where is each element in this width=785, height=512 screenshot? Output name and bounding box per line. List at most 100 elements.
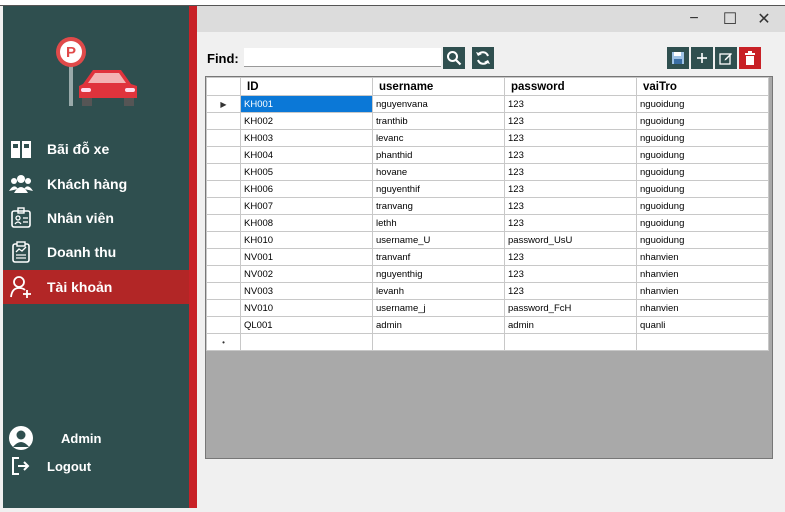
row-header[interactable]: [206, 316, 241, 334]
nav-item-employees[interactable]: Nhân viên: [3, 201, 189, 235]
row-header[interactable]: [206, 197, 241, 215]
cell-password[interactable]: 123: [504, 248, 637, 266]
cell-password[interactable]: 123: [504, 95, 637, 113]
cell-id[interactable]: KH007: [240, 197, 373, 215]
cell-password[interactable]: 123: [504, 180, 637, 198]
cell-role[interactable]: quanli: [636, 316, 769, 334]
cell-role[interactable]: nhanvien: [636, 248, 769, 266]
cell-password[interactable]: 123: [504, 265, 637, 283]
cell-id[interactable]: KH004: [240, 146, 373, 164]
cell-id[interactable]: NV001: [240, 248, 373, 266]
new-row[interactable]: •: [206, 333, 769, 351]
cell-id[interactable]: KH003: [240, 129, 373, 147]
table-row[interactable]: NV010 username_j password_FcH nhanvien: [206, 299, 769, 317]
row-header[interactable]: [206, 214, 241, 232]
nav-item-revenue[interactable]: Doanh thu: [3, 235, 189, 269]
cell-username[interactable]: levanh: [372, 282, 505, 300]
cell-id[interactable]: NV002: [240, 265, 373, 283]
cell-id[interactable]: NV003: [240, 282, 373, 300]
column-header-password[interactable]: password: [504, 77, 637, 96]
row-header[interactable]: [206, 163, 241, 181]
cell-password[interactable]: 123: [504, 214, 637, 232]
table-row[interactable]: KH003 levanc 123 nguoidung: [206, 129, 769, 147]
cell-id[interactable]: KH010: [240, 231, 373, 249]
cell-username[interactable]: levanc: [372, 129, 505, 147]
cell-role[interactable]: nguoidung: [636, 146, 769, 164]
cell-password[interactable]: 123: [504, 163, 637, 181]
new-row-cell[interactable]: [240, 333, 373, 351]
cell-username[interactable]: nguyenthif: [372, 180, 505, 198]
table-row[interactable]: KH008 lethh 123 nguoidung: [206, 214, 769, 232]
save-button[interactable]: [667, 47, 689, 69]
cell-role[interactable]: nguoidung: [636, 214, 769, 232]
cell-username[interactable]: lethh: [372, 214, 505, 232]
row-header[interactable]: [206, 146, 241, 164]
row-header[interactable]: [206, 265, 241, 283]
table-row[interactable]: KH004 phanthid 123 nguoidung: [206, 146, 769, 164]
search-input[interactable]: [244, 48, 441, 67]
cell-password[interactable]: 123: [504, 282, 637, 300]
column-header-id[interactable]: ID: [240, 77, 373, 96]
cell-password[interactable]: 123: [504, 197, 637, 215]
edit-button[interactable]: [715, 47, 737, 69]
close-button[interactable]: ✕: [750, 6, 778, 32]
search-button[interactable]: [443, 47, 465, 69]
cell-password[interactable]: password_UsU: [504, 231, 637, 249]
cell-id[interactable]: KH008: [240, 214, 373, 232]
cell-username[interactable]: tranthib: [372, 112, 505, 130]
cell-id[interactable]: KH002: [240, 112, 373, 130]
row-header[interactable]: [206, 299, 241, 317]
cell-username[interactable]: username_U: [372, 231, 505, 249]
table-row[interactable]: KH002 tranthib 123 nguoidung: [206, 112, 769, 130]
table-row[interactable]: NV002 nguyenthig 123 nhanvien: [206, 265, 769, 283]
table-row[interactable]: KH007 tranvang 123 nguoidung: [206, 197, 769, 215]
refresh-button[interactable]: [472, 47, 494, 69]
column-header-role[interactable]: vaiTro: [636, 77, 769, 96]
cell-username[interactable]: nguyenvana: [372, 95, 505, 113]
cell-id[interactable]: KH005: [240, 163, 373, 181]
table-row[interactable]: KH006 nguyenthif 123 nguoidung: [206, 180, 769, 198]
cell-username[interactable]: phanthid: [372, 146, 505, 164]
delete-button[interactable]: [739, 47, 761, 69]
nav-item-customers[interactable]: Khách hàng: [3, 167, 189, 201]
cell-username[interactable]: username_j: [372, 299, 505, 317]
new-row-cell[interactable]: [504, 333, 637, 351]
add-button[interactable]: [691, 47, 713, 69]
table-row[interactable]: NV001 tranvanf 123 nhanvien: [206, 248, 769, 266]
table-row[interactable]: KH010 username_U password_UsU nguoidung: [206, 231, 769, 249]
cell-id[interactable]: KH001: [240, 95, 373, 113]
cell-username[interactable]: tranvang: [372, 197, 505, 215]
current-row-indicator[interactable]: ▶: [206, 95, 241, 113]
cell-role[interactable]: nguoidung: [636, 163, 769, 181]
maximize-button[interactable]: ☐: [716, 6, 744, 32]
minimize-button[interactable]: −: [680, 6, 708, 32]
accounts-grid[interactable]: ID username password vaiTro ▶ KH001 nguyen…: [205, 76, 773, 459]
cell-role[interactable]: nguoidung: [636, 197, 769, 215]
cell-username[interactable]: nguyenthig: [372, 265, 505, 283]
row-header[interactable]: [206, 180, 241, 198]
cell-password[interactable]: password_FcH: [504, 299, 637, 317]
cell-password[interactable]: 123: [504, 146, 637, 164]
cell-username[interactable]: hovane: [372, 163, 505, 181]
row-header[interactable]: [206, 112, 241, 130]
cell-role[interactable]: nguoidung: [636, 95, 769, 113]
cell-id[interactable]: KH006: [240, 180, 373, 198]
cell-role[interactable]: nhanvien: [636, 265, 769, 283]
new-row-cell[interactable]: [636, 333, 769, 351]
row-header[interactable]: [206, 282, 241, 300]
table-row[interactable]: QL001 admin admin quanli: [206, 316, 769, 334]
logout-button[interactable]: Logout: [3, 454, 189, 478]
cell-password[interactable]: 123: [504, 112, 637, 130]
table-row[interactable]: KH005 hovane 123 nguoidung: [206, 163, 769, 181]
new-row-cell[interactable]: [372, 333, 505, 351]
row-header[interactable]: [206, 231, 241, 249]
cell-role[interactable]: nhanvien: [636, 299, 769, 317]
cell-username[interactable]: tranvanf: [372, 248, 505, 266]
cell-role[interactable]: nguoidung: [636, 180, 769, 198]
cell-id[interactable]: QL001: [240, 316, 373, 334]
cell-username[interactable]: admin: [372, 316, 505, 334]
cell-role[interactable]: nguoidung: [636, 112, 769, 130]
new-row-indicator[interactable]: •: [206, 333, 241, 351]
cell-password[interactable]: admin: [504, 316, 637, 334]
nav-item-parking[interactable]: Bãi đỗ xe: [3, 132, 189, 166]
